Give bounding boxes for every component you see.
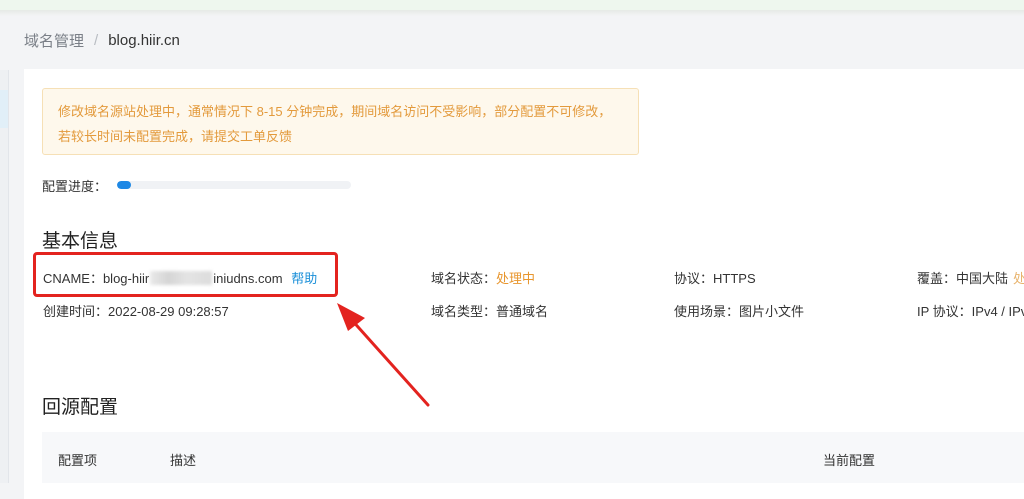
- annotation-arrow-icon: [337, 303, 430, 407]
- origin-config-title: 回源配置: [42, 397, 119, 418]
- column-current-config: 当前配置: [823, 453, 876, 468]
- column-description: 描述: [170, 453, 197, 468]
- column-config-item: 配置项: [58, 453, 98, 468]
